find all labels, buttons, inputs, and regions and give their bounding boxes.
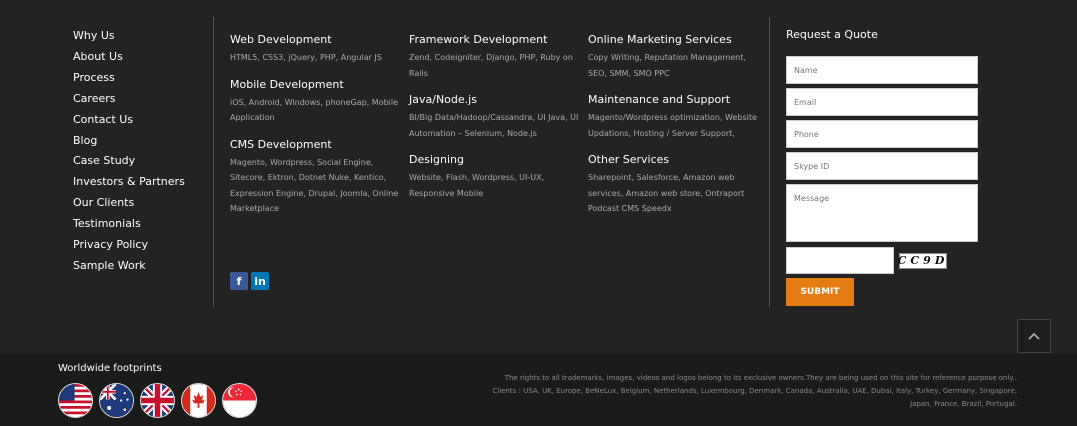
linkedin-icon[interactable]: in — [251, 272, 269, 290]
worldwide-footprints: Worldwide footprints — [58, 363, 257, 418]
link-our-clients[interactable]: Our Clients — [73, 193, 185, 214]
link-case-study[interactable]: Case Study — [73, 151, 185, 172]
service-maintenance-support: Maintenance and Support Magento/Wordpres… — [588, 92, 758, 141]
service-web-development: Web Development HTML5, CSS3, jQuery, PHP… — [230, 32, 400, 66]
service-title[interactable]: Online Marketing Services — [588, 32, 758, 47]
quote-form: Request a Quote CC9D SUBMIT — [786, 28, 978, 306]
canada-flag-icon — [181, 383, 216, 418]
service-desc: Magento/Wordpress optimization, Website … — [588, 113, 757, 138]
footprints-title: Worldwide footprints — [58, 363, 162, 374]
service-mobile-development: Mobile Development iOS, Android, Windows… — [230, 77, 400, 126]
flag-list — [58, 383, 257, 418]
link-privacy-policy[interactable]: Privacy Policy — [73, 235, 185, 256]
service-title[interactable]: Web Development — [230, 32, 400, 47]
link-investors-partners[interactable]: Investors & Partners — [73, 172, 185, 193]
clients-text: Clients : USA, UK, Europe, BeNeLux, Belg… — [492, 387, 1017, 408]
legal-notice: The rights to all trademarks, images, vi… — [477, 372, 1017, 411]
link-careers[interactable]: Careers — [73, 89, 185, 110]
usa-flag-icon — [58, 383, 93, 418]
column-divider — [769, 17, 770, 307]
service-desc: Sharepoint, Salesforce, Amazon web servi… — [588, 173, 745, 213]
chevron-up-icon — [1028, 332, 1040, 340]
service-title[interactable]: Other Services — [588, 152, 758, 167]
service-desc: BI/Big Data/Hadoop/Cassandra, UI Java, U… — [409, 113, 579, 138]
captcha-input[interactable] — [786, 247, 894, 274]
service-designing: Designing Website, Flash, Wordpress, UI-… — [409, 152, 579, 201]
services-column-2: Framework Development Zend, Codeigniter,… — [409, 32, 579, 212]
service-title[interactable]: Framework Development — [409, 32, 579, 47]
captcha-image: CC9D — [897, 252, 949, 269]
email-input[interactable] — [786, 88, 978, 116]
rights-text: The rights to all trademarks, images, vi… — [504, 374, 1017, 382]
phone-input[interactable] — [786, 120, 978, 148]
quick-links-menu: Why Us About Us Process Careers Contact … — [73, 26, 185, 277]
service-desc: HTML5, CSS3, jQuery, PHP, Angular JS — [230, 53, 382, 62]
link-contact-us[interactable]: Contact Us — [73, 110, 185, 131]
link-process[interactable]: Process — [73, 68, 185, 89]
australia-flag-icon — [99, 383, 134, 418]
social-links: f in — [230, 272, 269, 290]
service-title[interactable]: Maintenance and Support — [588, 92, 758, 107]
link-testimonials[interactable]: Testimonials — [73, 214, 185, 235]
services-column-1: Web Development HTML5, CSS3, jQuery, PHP… — [230, 32, 400, 228]
message-textarea[interactable] — [786, 184, 978, 242]
service-title[interactable]: Designing — [409, 152, 579, 167]
captcha-row: CC9D — [786, 247, 978, 274]
service-desc: Zend, Codeigniter, Django, PHP, Ruby on … — [409, 53, 573, 78]
name-input[interactable] — [786, 56, 978, 84]
service-desc: Copy Writing, Reputation Management, SEO… — [588, 53, 746, 78]
facebook-icon[interactable]: f — [230, 272, 248, 290]
service-other-services: Other Services Sharepoint, Salesforce, A… — [588, 152, 758, 217]
link-why-us[interactable]: Why Us — [73, 26, 185, 47]
service-java-nodejs: Java/Node.js BI/Big Data/Hadoop/Cassandr… — [409, 92, 579, 141]
service-online-marketing: Online Marketing Services Copy Writing, … — [588, 32, 758, 81]
link-about-us[interactable]: About Us — [73, 47, 185, 68]
column-divider — [213, 17, 214, 307]
link-sample-work[interactable]: Sample Work — [73, 256, 185, 277]
service-framework-development: Framework Development Zend, Codeigniter,… — [409, 32, 579, 81]
uk-flag-icon — [140, 383, 175, 418]
submit-button[interactable]: SUBMIT — [786, 278, 854, 306]
service-title[interactable]: Java/Node.js — [409, 92, 579, 107]
link-blog[interactable]: Blog — [73, 131, 185, 152]
service-title[interactable]: CMS Development — [230, 137, 400, 152]
service-cms-development: CMS Development Magento, Wordpress, Soci… — [230, 137, 400, 217]
back-to-top-button[interactable] — [1017, 319, 1051, 353]
services-column-3: Online Marketing Services Copy Writing, … — [588, 32, 758, 228]
singapore-flag-icon — [222, 383, 257, 418]
service-desc: Website, Flash, Wordpress, UI-UX, Respon… — [409, 173, 545, 198]
service-desc: Magento, Wordpress, Social Engine, Sitec… — [230, 157, 399, 214]
service-desc: iOS, Android, Windows, phoneGap, Mobile … — [230, 97, 399, 123]
service-title[interactable]: Mobile Development — [230, 77, 400, 92]
quote-title: Request a Quote — [786, 28, 878, 41]
skype-input[interactable] — [786, 152, 978, 180]
